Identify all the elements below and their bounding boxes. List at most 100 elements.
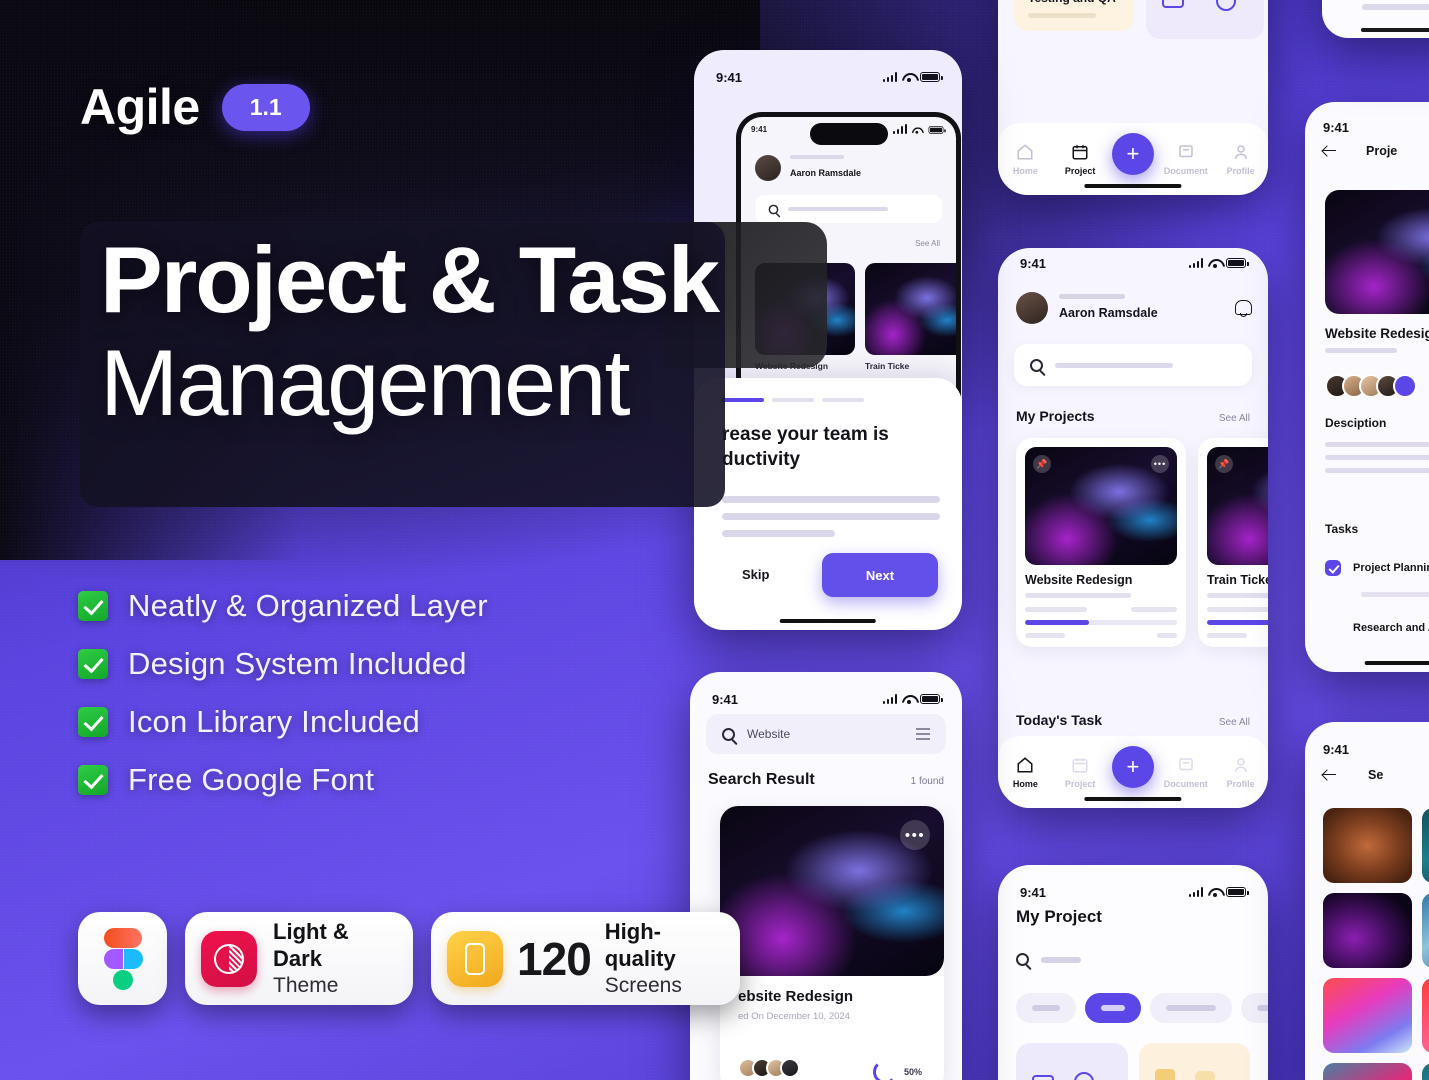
theme-card-text: Light & Dark Theme [273,919,391,998]
status-icons [882,694,943,704]
gallery-item[interactable] [1323,808,1412,883]
home-icon [1017,756,1033,772]
project-meta [1025,607,1177,612]
project-footer [1207,633,1268,638]
project-meta [1207,607,1268,612]
see-all-projects[interactable]: See All [1219,413,1250,424]
see-all-tasks[interactable]: See All [1219,717,1250,728]
checkbox-checked-icon[interactable] [1325,560,1341,576]
tab-document[interactable]: Document [1163,143,1209,176]
description-line [1325,455,1429,460]
tab-profile[interactable]: Profile [1218,756,1264,789]
search-icon [1030,358,1043,372]
check-icon [78,707,108,737]
project-detail-screen: 9:41 Proje Website Redesig Desciption Ta… [1305,102,1429,672]
notification-bell-icon[interactable] [1235,300,1252,317]
tab-profile[interactable]: Profile [1218,143,1264,176]
tile-documents[interactable] [1138,1043,1250,1080]
progress-percent: 50% [903,1067,922,1077]
home-indicator [1084,184,1182,188]
chip-task-label-line [1101,1005,1125,1011]
project-name: Train Ticke [1207,573,1268,587]
add-button[interactable]: + [1111,746,1154,788]
description-label: Desciption [1325,416,1387,430]
project-subtitle-line [1207,593,1268,598]
inner-see-all: See All [915,239,940,248]
tab-home[interactable]: Home [1002,143,1048,176]
theme-card[interactable]: Light & Dark Theme [185,912,414,1005]
feature-label: Design System Included [128,646,467,681]
search-input[interactable] [1014,344,1252,386]
avatar [780,1058,800,1078]
task-item[interactable]: Research and A [1325,622,1429,634]
more-options-icon[interactable]: ••• [1151,455,1169,473]
pin-icon[interactable]: 📌 [1215,455,1233,473]
task-item[interactable]: Project Planning [1325,560,1429,576]
signal-icon [892,123,907,134]
headline-line-1: Project & Task [100,227,720,332]
board-card-testing-line [1028,13,1096,18]
more-options-icon[interactable]: ••• [900,820,930,850]
project-card[interactable]: 📌 Train Ticke [1198,438,1268,647]
feature-list: Neatly & Organized Layer Design System I… [78,588,488,820]
project-tiles [1016,1043,1250,1080]
avatar-more[interactable] [1393,374,1417,398]
video-camera-icon [1162,0,1184,8]
status-bar: 9:41 [1305,112,1429,142]
chip-completed[interactable] [1150,993,1232,1023]
search-input[interactable] [1016,953,1250,966]
skip-button[interactable]: Skip [742,567,769,582]
progress-bar-fill [1025,620,1089,625]
progress-percent-line [1157,633,1177,638]
left-content-panel: Agile 1.1 Project & Task Management Neat… [0,0,827,1080]
tab-project[interactable]: Project [1057,143,1103,176]
search-result-card[interactable]: ••• ebsite Redesign ed On December 10, 2… [720,806,944,1080]
project-footer [1025,633,1177,638]
signal-icon [882,72,897,82]
chip-all[interactable] [1016,993,1076,1023]
gallery-item[interactable] [1421,893,1429,968]
project-thumbnail: 📌 [1207,447,1268,565]
tile-meeting[interactable] [1016,1043,1128,1080]
search-input[interactable]: Website [706,714,946,754]
screens-card-text: High-quality Screens [605,919,714,998]
add-button[interactable]: + [1111,133,1154,175]
project-name: Website Redesign [1025,573,1133,587]
board-card-testing[interactable]: Testing and QA [1014,0,1134,31]
wifi-icon [902,73,915,82]
tab-home[interactable]: Home [1002,756,1048,789]
feature-item: Neatly & Organized Layer [78,588,488,624]
figma-card[interactable] [78,912,168,1005]
project-card[interactable]: 📌 ••• Website Redesign [1016,438,1186,647]
status-time: 9:41 [1020,884,1047,900]
badge-cards: Light & Dark Theme 120 High-quality Scre… [78,912,740,1005]
gallery-item[interactable] [1421,978,1429,1053]
gallery-item[interactable] [1421,1063,1429,1080]
gallery-item[interactable] [1323,978,1412,1053]
theme-contrast-icon [201,930,258,987]
back-arrow-icon[interactable] [1323,769,1336,782]
chip-ongoing[interactable] [1241,993,1268,1023]
screens-card[interactable]: 120 High-quality Screens [431,912,740,1005]
tab-project[interactable]: Project [1057,756,1103,789]
my-project-screen: 9:41 My Project [998,865,1268,1080]
back-arrow-icon[interactable] [1323,145,1336,158]
placeholder-text-line [1362,4,1429,10]
home-indicator [1360,28,1429,32]
check-icon [78,591,108,621]
pin-icon[interactable]: 📌 [1033,455,1051,473]
filter-icon[interactable] [916,728,930,740]
gallery-item[interactable] [1323,893,1412,968]
board-card-meeting[interactable] [1146,0,1264,39]
next-button[interactable]: Next [822,553,938,597]
section-header-tasks: Today's Task See All [1016,712,1250,728]
inner-greeting: Aaron Ramsdale [790,155,861,181]
gallery-item[interactable] [1421,808,1429,883]
avatar[interactable] [1016,292,1048,324]
chip-task[interactable] [1085,993,1141,1023]
page-title: My Project [1016,907,1102,926]
gallery-item[interactable] [1323,1063,1412,1080]
project-meta-date [1131,607,1177,612]
tab-document[interactable]: Document [1163,756,1209,789]
progress-indicator: 50% [872,1060,922,1080]
